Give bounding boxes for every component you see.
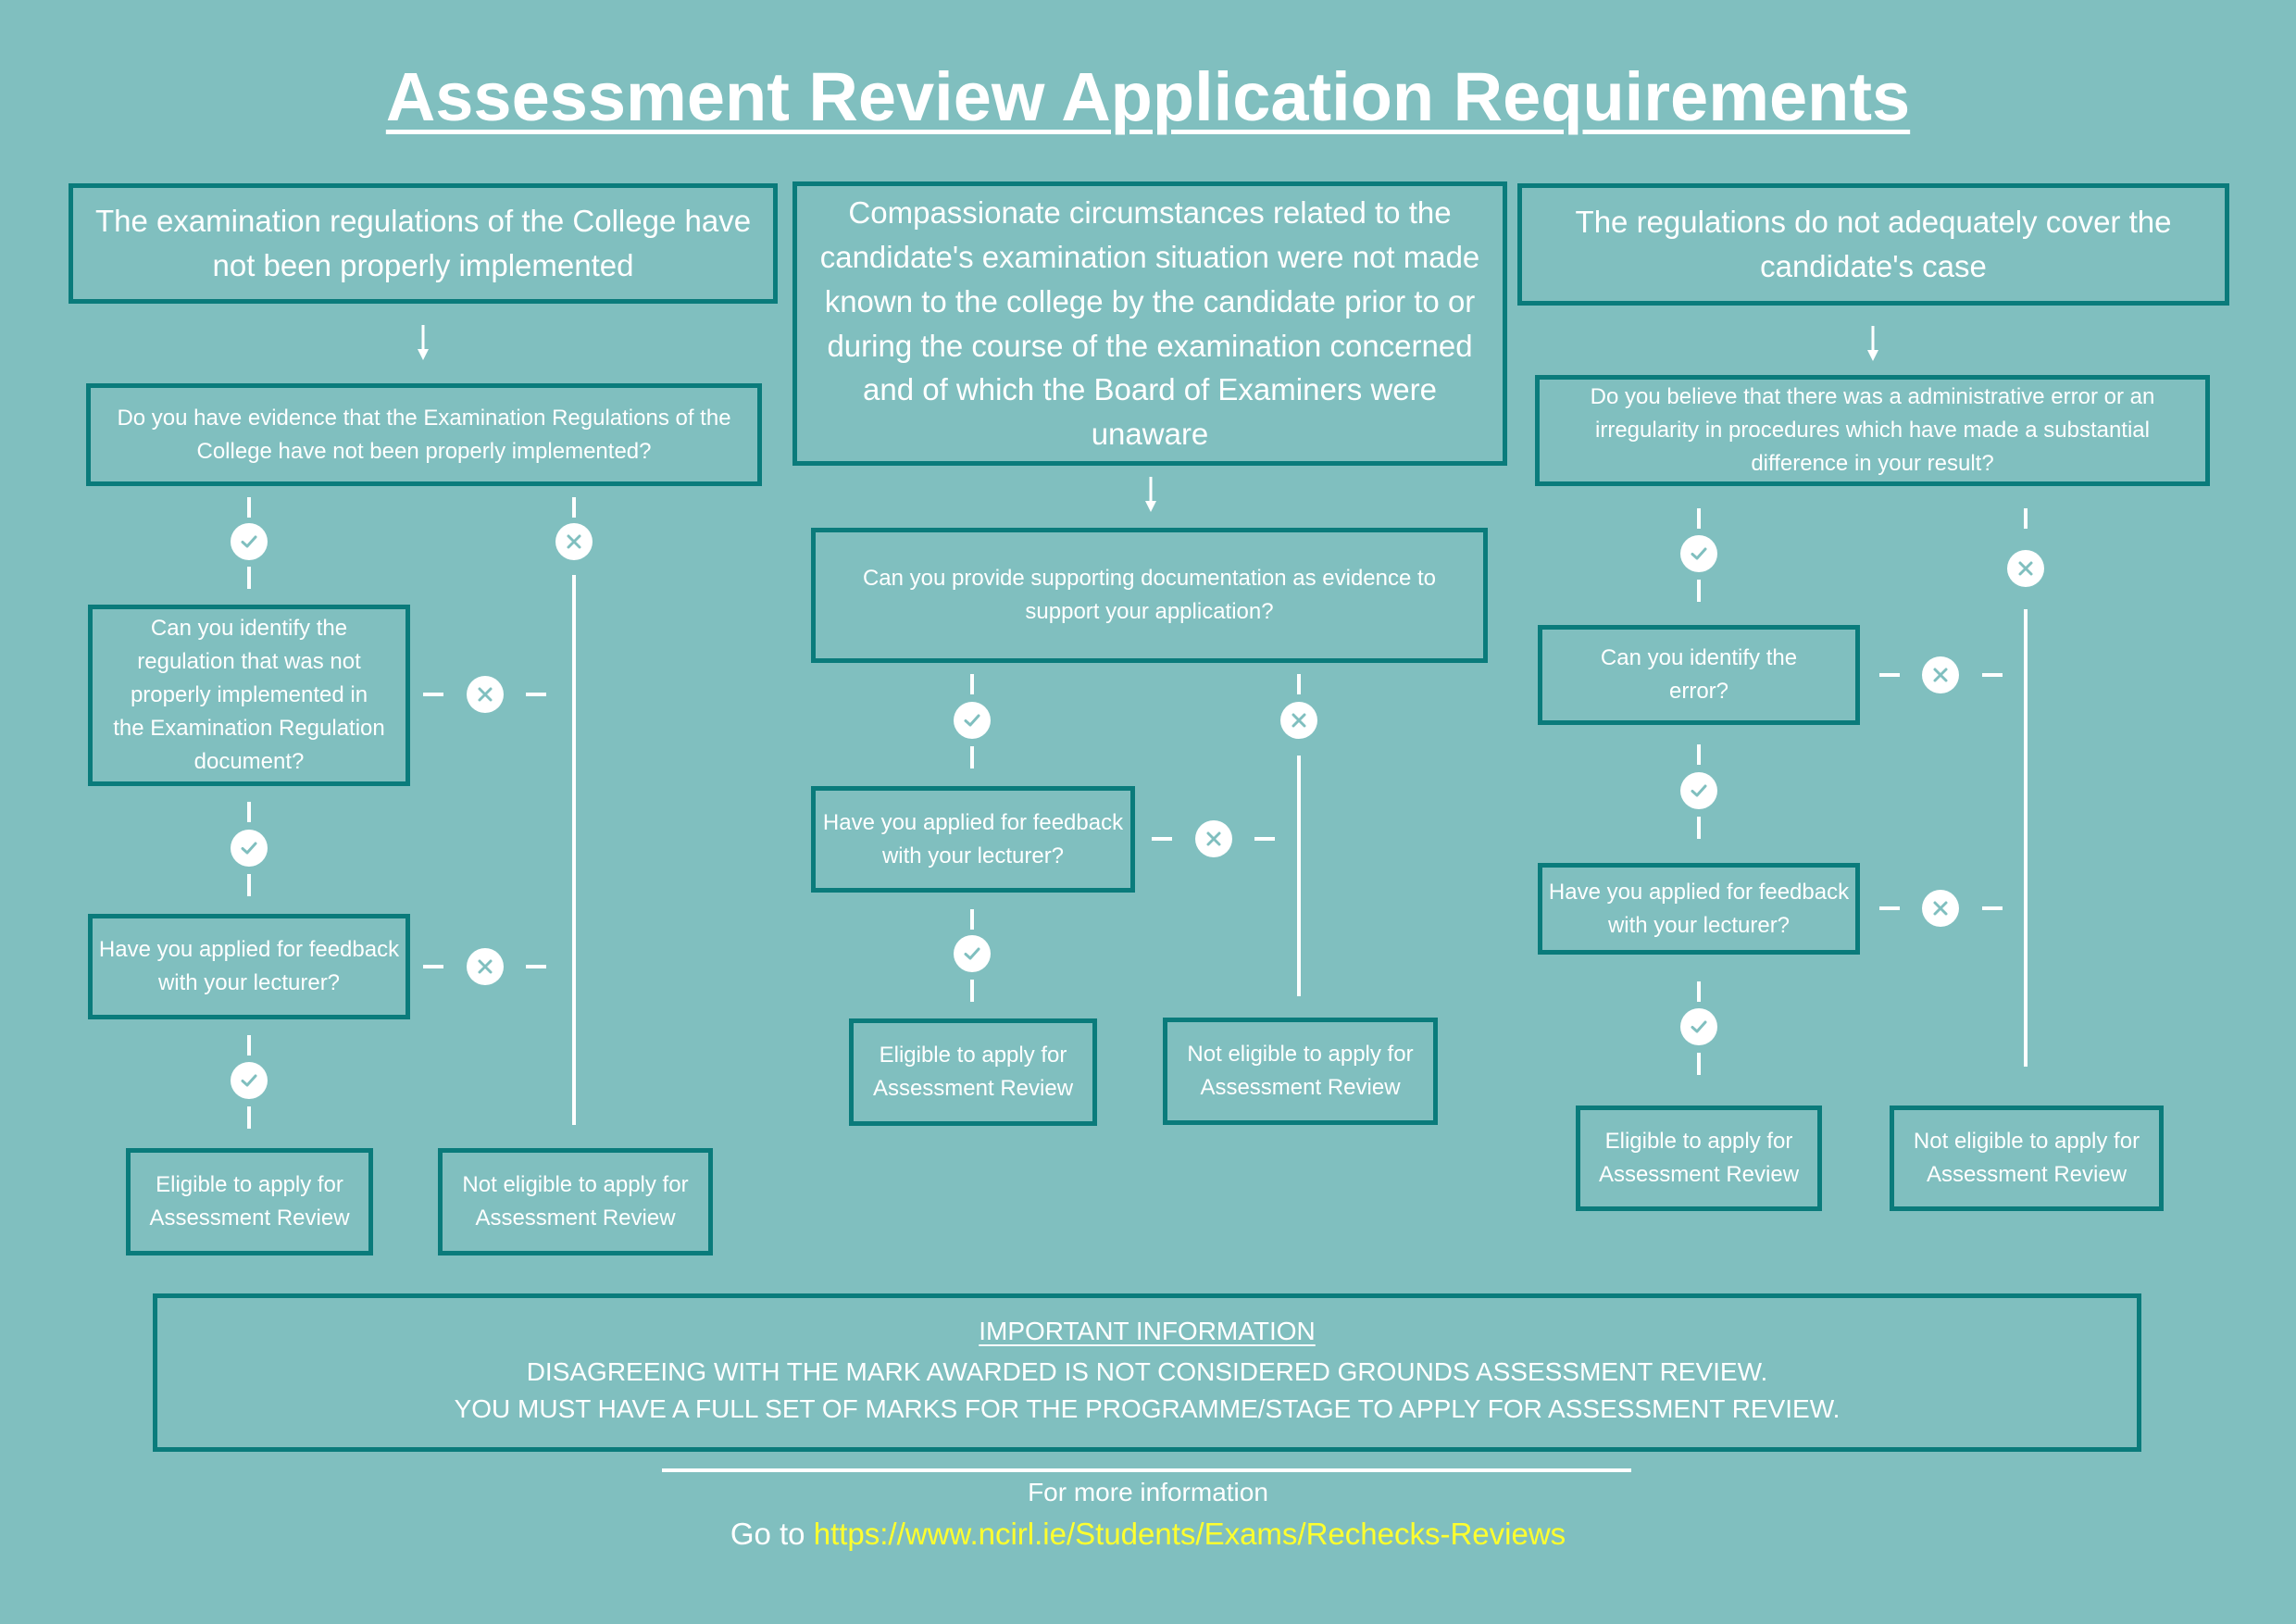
step3-box: Have you applied for feedback with your … bbox=[1538, 863, 1860, 955]
not-eligible-text: Not eligible to apply for Assessment Rev… bbox=[1187, 1042, 1414, 1100]
connector-line bbox=[1697, 508, 1701, 529]
no-path-line bbox=[572, 575, 576, 1125]
eligible-text: Eligible to apply for Assessment Review bbox=[872, 1043, 1074, 1101]
x-circle-icon bbox=[467, 948, 504, 985]
heading-text: The regulations do not adequately cover … bbox=[1575, 205, 2172, 283]
heading-text: Compassionate circumstances related to t… bbox=[819, 194, 1480, 452]
important-information-box: IMPORTANT INFORMATION DISAGREEING WITH T… bbox=[153, 1293, 2141, 1452]
heading-box: Compassionate circumstances related to t… bbox=[792, 181, 1507, 466]
connector-dash bbox=[1982, 906, 2003, 910]
x-circle-icon bbox=[1195, 820, 1232, 857]
question-text: Do you have evidence that the Examinatio… bbox=[117, 405, 731, 464]
connector-line bbox=[247, 1106, 251, 1129]
connector-line bbox=[970, 746, 974, 768]
connector-line bbox=[247, 802, 251, 822]
connector-line bbox=[2024, 508, 2028, 529]
heading-box: The regulations do not adequately cover … bbox=[1517, 183, 2229, 306]
heading-box: The examination regulations of the Colle… bbox=[69, 183, 778, 304]
connector-line bbox=[1697, 1053, 1701, 1075]
connector-line bbox=[247, 874, 251, 896]
eligible-box: Eligible to apply for Assessment Review bbox=[126, 1148, 373, 1255]
eligible-box: Eligible to apply for Assessment Review bbox=[849, 1018, 1097, 1126]
connector-line bbox=[572, 497, 576, 518]
check-circle-icon bbox=[231, 523, 268, 560]
eligible-text: Eligible to apply for Assessment Review bbox=[1598, 1129, 1800, 1187]
eligible-box: Eligible to apply for Assessment Review bbox=[1576, 1106, 1822, 1211]
no-path-line bbox=[1297, 756, 1301, 996]
check-circle-icon bbox=[1680, 1008, 1717, 1045]
x-circle-icon bbox=[1922, 656, 1959, 693]
connector-dash bbox=[1152, 837, 1172, 841]
connector-line bbox=[247, 1035, 251, 1056]
important-line: DISAGREEING WITH THE MARK AWARDED IS NOT… bbox=[526, 1357, 1768, 1386]
connector-dash bbox=[423, 965, 443, 968]
step2-box: Have you applied for feedback with your … bbox=[811, 786, 1135, 893]
goto-line: Go to https://www.ncirl.ie/Students/Exam… bbox=[0, 1517, 2296, 1552]
connector-dash bbox=[526, 965, 546, 968]
check-circle-icon bbox=[954, 702, 991, 739]
question-box: Do you believe that there was a administ… bbox=[1535, 375, 2210, 486]
divider bbox=[662, 1468, 1631, 1472]
connector-line bbox=[1697, 981, 1701, 1002]
question-box: Do you have evidence that the Examinatio… bbox=[86, 383, 762, 486]
step2-box: Can you identify the regulation that was… bbox=[88, 605, 410, 786]
x-circle-icon bbox=[1922, 890, 1959, 927]
check-circle-icon bbox=[954, 935, 991, 972]
connector-dash bbox=[1879, 906, 1900, 910]
connector-line bbox=[1697, 744, 1701, 765]
connector-line bbox=[1697, 580, 1701, 602]
important-heading: IMPORTANT INFORMATION bbox=[979, 1317, 1316, 1345]
step3-text: Have you applied for feedback with your … bbox=[98, 937, 400, 995]
step3-box: Have you applied for feedback with your … bbox=[88, 914, 410, 1019]
not-eligible-text: Not eligible to apply for Assessment Rev… bbox=[1913, 1129, 2140, 1187]
connector-line bbox=[970, 909, 974, 930]
check-circle-icon bbox=[231, 1062, 268, 1099]
connector-dash bbox=[1879, 673, 1900, 677]
rechecks-reviews-link[interactable]: https://www.ncirl.ie/Students/Exams/Rech… bbox=[814, 1517, 1566, 1551]
step2-text: Can you identify the regulation that was… bbox=[113, 616, 385, 774]
not-eligible-box: Not eligible to apply for Assessment Rev… bbox=[1890, 1106, 2164, 1211]
question-box: Can you provide supporting documentation… bbox=[811, 528, 1488, 663]
arrow-down-icon bbox=[1866, 326, 1879, 363]
connector-dash bbox=[526, 693, 546, 696]
x-circle-icon bbox=[555, 523, 593, 560]
no-path-line bbox=[2024, 609, 2028, 1067]
x-circle-icon bbox=[1280, 702, 1317, 739]
step2-text: Have you applied for feedback with your … bbox=[822, 809, 1124, 868]
arrow-down-icon bbox=[417, 325, 430, 362]
page-title: Assessment Review Application Requiremen… bbox=[385, 58, 1911, 135]
step3-text: Have you applied for feedback with your … bbox=[1548, 879, 1850, 938]
connector-dash bbox=[1254, 837, 1275, 841]
check-circle-icon bbox=[1680, 772, 1717, 809]
check-circle-icon bbox=[1680, 535, 1717, 572]
connector-line bbox=[970, 674, 974, 694]
connector-dash bbox=[1982, 673, 2003, 677]
eligible-text: Eligible to apply for Assessment Review bbox=[149, 1172, 350, 1230]
x-circle-icon bbox=[2007, 550, 2044, 587]
connector-dash bbox=[423, 693, 443, 696]
connector-line bbox=[247, 497, 251, 518]
heading-text: The examination regulations of the Colle… bbox=[94, 204, 752, 282]
x-circle-icon bbox=[467, 676, 504, 713]
important-line: YOU MUST HAVE A FULL SET OF MARKS FOR TH… bbox=[454, 1394, 1841, 1423]
step2-box: Can you identify the error? bbox=[1538, 625, 1860, 725]
not-eligible-box: Not eligible to apply for Assessment Rev… bbox=[1163, 1018, 1438, 1125]
question-text: Do you believe that there was a administ… bbox=[1590, 384, 2155, 476]
connector-line bbox=[247, 567, 251, 589]
arrow-down-icon bbox=[1144, 477, 1157, 514]
check-circle-icon bbox=[231, 830, 268, 867]
not-eligible-text: Not eligible to apply for Assessment Rev… bbox=[462, 1172, 689, 1230]
connector-line bbox=[970, 980, 974, 1002]
more-information-label: For more information bbox=[1028, 1478, 1268, 1506]
connector-line bbox=[1697, 817, 1701, 839]
question-text: Can you provide supporting documentation… bbox=[862, 566, 1437, 624]
not-eligible-box: Not eligible to apply for Assessment Rev… bbox=[438, 1148, 713, 1255]
goto-prefix: Go to bbox=[730, 1517, 805, 1551]
connector-line bbox=[1297, 674, 1301, 694]
step2-text: Can you identify the error? bbox=[1600, 645, 1798, 704]
